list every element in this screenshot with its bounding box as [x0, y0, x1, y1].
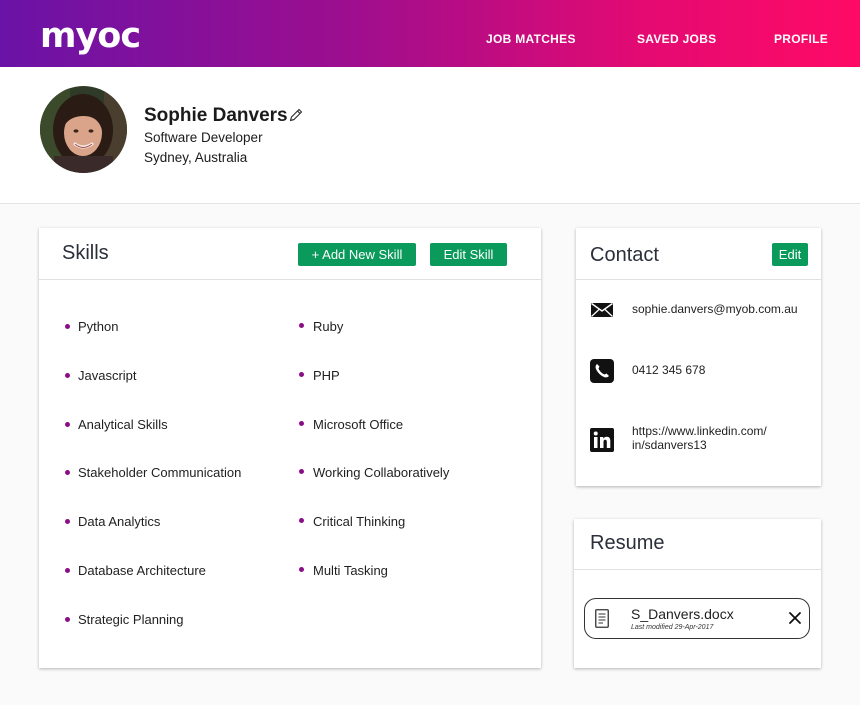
linkedin-url-line2: in/sdanvers13: [632, 438, 707, 452]
skill-item: Stakeholder Communication: [78, 465, 242, 480]
bullet-icon: [65, 324, 70, 329]
skill-item: Data Analytics: [78, 514, 161, 529]
contact-linkedin[interactable]: https://www.linkedin.com/ in/sdanvers13: [632, 424, 767, 452]
profile-name: Sophie Danvers: [144, 105, 288, 126]
resume-file-chip[interactable]: S_Danvers.docx Last modified 29-Apr-2017: [584, 598, 810, 639]
nav-job-matches[interactable]: JOB MATCHES: [486, 32, 576, 46]
resume-file-name: S_Danvers.docx: [631, 606, 734, 622]
skill-item: Strategic Planning: [78, 612, 184, 627]
skill-item: Critical Thinking: [313, 514, 406, 529]
bullet-icon: [299, 469, 304, 474]
phone-icon: [590, 359, 614, 383]
document-icon: [595, 609, 609, 628]
linkedin-url-line1: https://www.linkedin.com/: [632, 424, 767, 438]
profile-location: Sydney, Australia: [144, 150, 248, 165]
bullet-icon: [65, 617, 70, 622]
skills-card: Skills + Add New Skill Edit Skill Python…: [39, 228, 541, 668]
resume-last-modified: Last modified 29-Apr-2017: [631, 624, 714, 631]
bullet-icon: [299, 567, 304, 572]
bullet-icon: [65, 422, 70, 427]
resume-card: Resume S_Danvers.docx Last modified 29-A…: [574, 519, 821, 668]
bullet-icon: [299, 421, 304, 426]
skills-title: Skills: [62, 242, 109, 264]
add-new-skill-button[interactable]: + Add New Skill: [298, 243, 416, 266]
mail-icon: [591, 302, 613, 317]
nav-profile[interactable]: PROFILE: [774, 32, 828, 46]
skill-item: Python: [78, 319, 119, 334]
close-icon[interactable]: [787, 610, 803, 626]
skill-item: Multi Tasking: [313, 563, 388, 578]
skill-item: Analytical Skills: [78, 417, 168, 432]
bullet-icon: [299, 518, 304, 523]
skill-item: Ruby: [313, 319, 344, 334]
nav-saved-jobs[interactable]: SAVED JOBS: [637, 32, 716, 46]
skill-item: Database Architecture: [78, 563, 206, 578]
avatar-photo: [40, 86, 127, 173]
top-navbar: myoc JOB MATCHES SAVED JOBS PROFILE: [0, 0, 860, 67]
bullet-icon: [299, 372, 304, 377]
profile-title: Software Developer: [144, 130, 263, 145]
avatar: [40, 86, 127, 173]
contact-card-header: Contact Edit: [576, 228, 821, 280]
contact-email[interactable]: sophie.danvers@myob.com.au: [632, 302, 798, 316]
contact-card: Contact Edit sophie.danvers@myob.com.au …: [576, 228, 821, 486]
edit-skill-button[interactable]: Edit Skill: [430, 243, 507, 266]
skill-item: Microsoft Office: [313, 417, 404, 432]
skill-item: Working Collaboratively: [313, 465, 450, 480]
bullet-icon: [65, 519, 70, 524]
bullet-icon: [299, 323, 304, 328]
skill-item: PHP: [313, 368, 340, 383]
bullet-icon: [65, 568, 70, 573]
contact-phone[interactable]: 0412 345 678: [632, 363, 705, 377]
skills-card-header: Skills + Add New Skill Edit Skill: [39, 228, 541, 280]
profile-header: Sophie Danvers Software Developer Sydney…: [0, 67, 860, 204]
contact-title: Contact: [590, 244, 659, 266]
edit-contact-button[interactable]: Edit: [772, 243, 808, 266]
bullet-icon: [65, 373, 70, 378]
myoc-logo[interactable]: myoc: [40, 16, 141, 56]
resume-title: Resume: [590, 532, 665, 554]
edit-pencil-icon[interactable]: [288, 107, 304, 123]
resume-card-header: Resume: [574, 519, 821, 570]
skill-item: Javascript: [78, 368, 137, 383]
bullet-icon: [65, 470, 70, 475]
linkedin-icon: [590, 428, 614, 452]
